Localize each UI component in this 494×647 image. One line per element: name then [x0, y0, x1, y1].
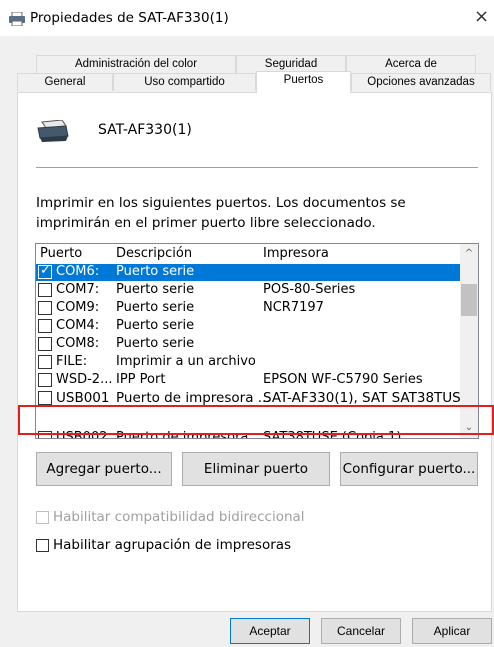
port-printer: SAT-AF330(1), SAT SAT38TUSE	[263, 390, 470, 406]
list-header: Puerto Descripción Impresora	[36, 244, 460, 264]
bidirectional-support-label: Habilitar compatibilidad bidireccional	[53, 509, 305, 525]
checkmark-icon: ✓	[40, 263, 51, 278]
port-checkbox[interactable]	[38, 373, 52, 387]
table-row[interactable]: FILE: Imprimir a un archivo	[36, 354, 460, 371]
ports-description: Imprimir en los siguientes puertos. Los …	[36, 195, 406, 231]
column-header-description[interactable]: Descripción	[116, 246, 192, 261]
port-name: USB001	[56, 390, 110, 406]
port-description: Puerto serie	[116, 264, 195, 279]
port-description: Puerto serie	[116, 282, 195, 297]
port-name: COM9:	[56, 300, 100, 315]
add-port-button[interactable]: Agregar puerto...	[36, 452, 172, 486]
port-name: COM8:	[56, 336, 100, 351]
port-printer: POS-80-Series	[263, 282, 356, 297]
table-row[interactable]: WSD-2... IPP Port EPSON WF-C5790 Series	[36, 372, 460, 389]
tab-about[interactable]: Acerca de	[346, 55, 476, 73]
printer-icon	[9, 12, 25, 26]
tab-ports[interactable]: Puertos	[256, 71, 351, 93]
table-row[interactable]: ✓ COM6: Puerto serie	[36, 263, 460, 281]
port-checkbox[interactable]	[38, 283, 52, 297]
title-bar: Propiedades de SAT-AF330(1) ×	[0, 0, 494, 36]
port-printer: EPSON WF-C5790 Series	[263, 372, 423, 387]
close-icon[interactable]: ×	[474, 6, 489, 27]
accept-button[interactable]: Aceptar	[230, 618, 310, 644]
annotation-highlight-box	[18, 405, 494, 435]
checkbox-box[interactable]	[36, 539, 49, 552]
port-checkbox[interactable]	[38, 319, 52, 333]
configure-port-button[interactable]: Configurar puerto...	[340, 452, 478, 486]
tab-color-management[interactable]: Administración del color	[36, 55, 236, 73]
port-description: Imprimir a un archivo	[116, 354, 256, 369]
table-row[interactable]: COM7: Puerto serie POS-80-Series	[36, 282, 460, 299]
table-row[interactable]: COM8: Puerto serie	[36, 336, 460, 353]
port-checkbox[interactable]	[38, 301, 52, 315]
table-row[interactable]: COM4: Puerto serie	[36, 318, 460, 335]
printer-icon	[37, 120, 69, 142]
port-checkbox[interactable]	[38, 337, 52, 351]
port-checkbox[interactable]	[38, 355, 52, 369]
printer-pooling-label: Habilitar agrupación de impresoras	[53, 537, 292, 553]
checkbox-box	[36, 511, 49, 524]
port-description: Puerto serie	[116, 336, 195, 351]
tab-general[interactable]: General	[17, 73, 113, 91]
printer-properties-dialog: Propiedades de SAT-AF330(1) × Administra…	[0, 0, 494, 647]
cancel-button[interactable]: Cancelar	[321, 618, 401, 644]
tab-advanced-options[interactable]: Opciones avanzadas	[351, 73, 491, 91]
tab-sharing[interactable]: Uso compartido	[113, 73, 256, 91]
port-description: Puerto serie	[116, 318, 195, 333]
port-checkbox[interactable]	[38, 391, 52, 405]
column-header-printer[interactable]: Impresora	[263, 246, 329, 261]
port-description: Puerto de impresora ...	[116, 390, 271, 406]
scrollbar-thumb[interactable]	[461, 284, 477, 316]
divider	[36, 167, 478, 168]
column-header-port[interactable]: Puerto	[40, 246, 82, 261]
port-name: COM7:	[56, 282, 100, 297]
port-checkbox[interactable]: ✓	[38, 263, 52, 279]
window-title: Propiedades de SAT-AF330(1)	[30, 10, 229, 26]
printer-name: SAT-AF330(1)	[98, 122, 192, 138]
port-printer: NCR7197	[263, 300, 324, 315]
port-name: COM4:	[56, 318, 100, 333]
port-description: Puerto serie	[116, 300, 195, 315]
delete-port-button[interactable]: Eliminar puerto	[182, 452, 330, 486]
apply-button[interactable]: Aplicar	[412, 618, 492, 644]
port-name: COM6:	[56, 264, 100, 279]
port-description: IPP Port	[116, 372, 166, 387]
port-name: WSD-2...	[56, 372, 113, 387]
port-name: FILE:	[56, 354, 88, 369]
table-row[interactable]: COM9: Puerto serie NCR7197	[36, 300, 460, 317]
chevron-up-icon[interactable]: ^	[460, 244, 478, 264]
